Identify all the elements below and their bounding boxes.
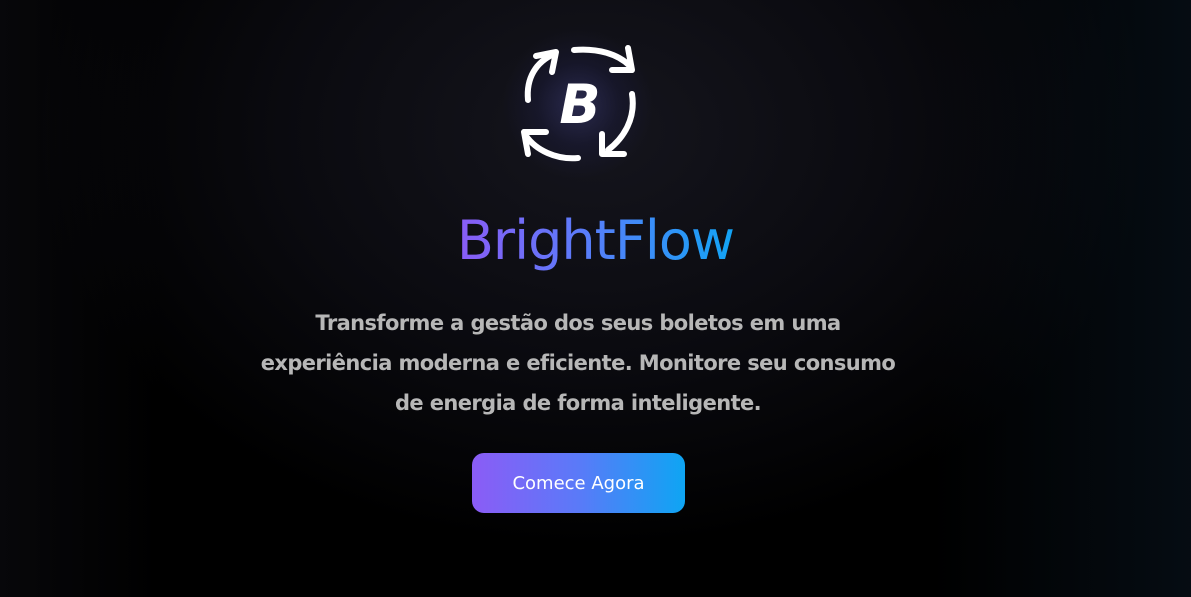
logo-letter: B bbox=[559, 72, 601, 136]
hero-section: B BrightFlow Transforme a gestão dos seu… bbox=[0, 0, 1191, 597]
hero-tagline: Transforme a gestão dos seus boletos em … bbox=[260, 311, 896, 415]
brand-logo: B bbox=[514, 42, 642, 166]
brand-title: BrightFlow bbox=[0, 206, 1191, 276]
brand-name: BrightFlow bbox=[456, 209, 735, 272]
get-started-button[interactable]: Comece Agora bbox=[472, 453, 685, 513]
